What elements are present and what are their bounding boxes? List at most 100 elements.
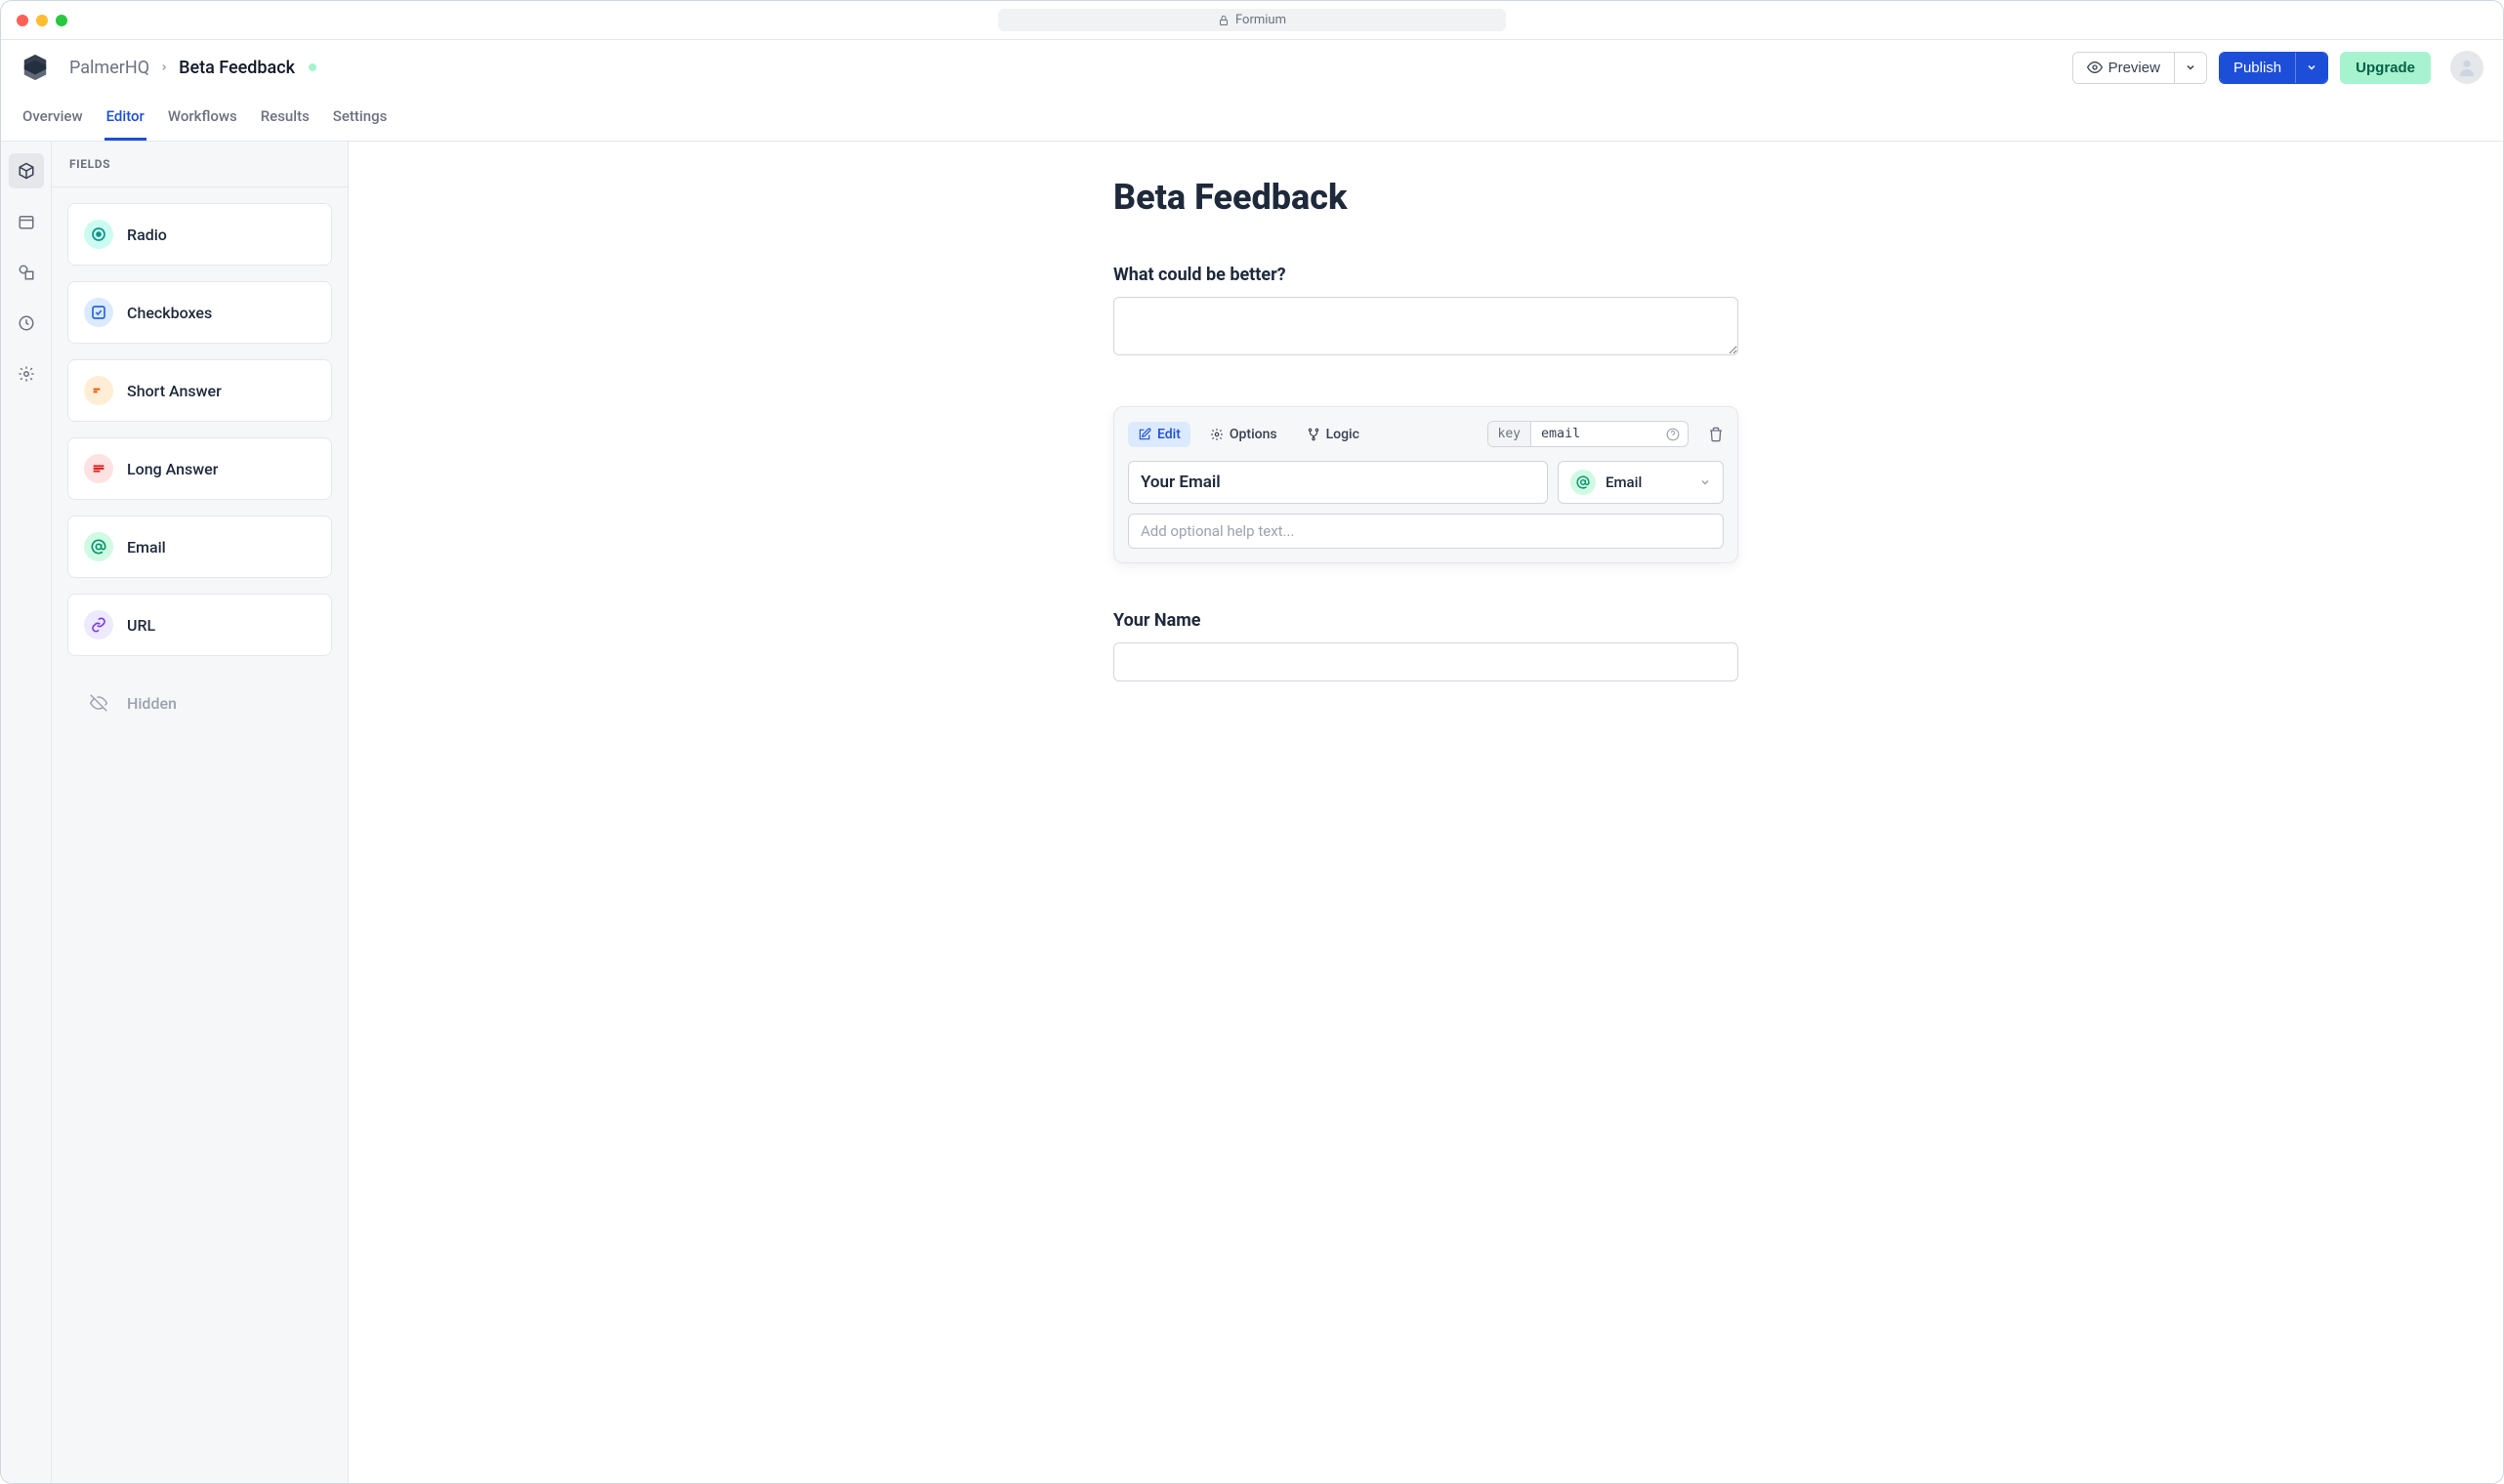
preview-button-group: Preview [2072, 52, 2207, 84]
tab-overview[interactable]: Overview [21, 95, 85, 141]
trash-icon [1708, 427, 1724, 442]
preview-button[interactable]: Preview [2073, 53, 2174, 83]
publish-button-group: Publish [2219, 52, 2328, 84]
rail-layout[interactable] [9, 204, 44, 239]
field-type-label: Long Answer [127, 460, 218, 478]
chevron-right-icon [159, 62, 169, 72]
field-type-long[interactable]: Long Answer [67, 437, 332, 500]
hidden-icon [84, 688, 113, 718]
tab-settings[interactable]: Settings [331, 95, 390, 141]
pencil-icon [1138, 428, 1151, 441]
at-icon [1576, 475, 1590, 489]
field-type-short[interactable]: Short Answer [67, 359, 332, 422]
field-type-label: Radio [127, 226, 167, 244]
sidebar-title: FIELDS [52, 142, 348, 187]
question-label: What could be better? [1113, 265, 1738, 285]
user-avatar[interactable] [2450, 51, 2483, 84]
lock-icon [1218, 15, 1230, 26]
help-icon [1666, 428, 1680, 441]
clock-icon [18, 314, 35, 332]
question-title-input[interactable] [1128, 461, 1548, 504]
checkbox-icon [84, 298, 113, 327]
email-icon [84, 532, 113, 561]
chevron-down-icon [2306, 62, 2317, 73]
shapes-icon [18, 264, 35, 281]
logic-label: Logic [1326, 427, 1359, 442]
upgrade-button[interactable]: Upgrade [2340, 52, 2431, 84]
fields-sidebar: FIELDS Radio Checkboxes Short Answer Long A… [52, 142, 349, 1483]
preview-dropdown[interactable] [2174, 53, 2206, 83]
edit-label: Edit [1157, 427, 1181, 442]
field-type-hidden[interactable]: Hidden [67, 672, 332, 734]
form-title[interactable]: Beta Feedback [1113, 177, 1738, 218]
field-type-label: URL [127, 616, 155, 635]
question-textarea[interactable] [1113, 297, 1738, 355]
field-type-label: Checkboxes [127, 304, 212, 322]
browser-address-bar[interactable]: Formium [998, 9, 1506, 31]
left-rail [1, 142, 52, 1483]
key-input[interactable] [1531, 422, 1658, 446]
question-type-select[interactable]: Email [1558, 461, 1724, 504]
logic-tab[interactable]: Logic [1297, 422, 1369, 447]
short-icon [84, 376, 113, 405]
options-tab[interactable]: Options [1200, 422, 1287, 447]
rail-blocks[interactable] [9, 255, 44, 290]
minimize-window-button[interactable] [36, 15, 48, 26]
page-domain: Formium [1235, 13, 1286, 27]
publish-label: Publish [2233, 60, 2281, 76]
publish-dropdown[interactable] [2295, 53, 2327, 83]
status-indicator [309, 63, 316, 71]
field-type-url[interactable]: URL [67, 594, 332, 656]
rail-settings[interactable] [9, 356, 44, 392]
publish-button[interactable]: Publish [2220, 53, 2295, 83]
help-text-input[interactable] [1128, 514, 1724, 549]
question-editor-card: Edit Options Logic key [1113, 406, 1738, 563]
gear-icon [18, 365, 35, 383]
field-type-email[interactable]: Email [67, 515, 332, 578]
key-field-group: key [1487, 421, 1689, 447]
type-select-label: Email [1606, 474, 1690, 491]
field-type-label: Email [127, 538, 166, 556]
breadcrumb-org[interactable]: PalmerHQ [69, 58, 149, 78]
field-type-checkbox[interactable]: Checkboxes [67, 281, 332, 344]
key-help-button[interactable] [1658, 428, 1688, 441]
branch-icon [1307, 428, 1320, 441]
field-type-radio[interactable]: Radio [67, 203, 332, 266]
traffic-lights [17, 15, 67, 26]
tab-workflows[interactable]: Workflows [166, 95, 239, 141]
tab-results[interactable]: Results [259, 95, 312, 141]
app-header: PalmerHQ Beta Feedback Preview Publish U [1, 40, 2503, 95]
preview-label: Preview [2108, 60, 2160, 76]
maximize-window-button[interactable] [56, 15, 67, 26]
question-block[interactable]: Your Name [1113, 610, 1738, 681]
key-prefix: key [1488, 422, 1531, 446]
long-icon [84, 454, 113, 483]
url-icon [84, 610, 113, 639]
card-toolbar: Edit Options Logic key [1128, 421, 1724, 447]
chevron-down-icon [1699, 476, 1711, 488]
cube-icon [18, 162, 35, 180]
email-icon-badge [1570, 470, 1596, 495]
upgrade-label: Upgrade [2356, 60, 2415, 76]
eye-icon [2087, 60, 2103, 75]
user-icon [2456, 57, 2478, 78]
titlebar: Formium [1, 1, 2503, 40]
gear-icon [1210, 428, 1224, 441]
delete-question-button[interactable] [1708, 427, 1724, 442]
breadcrumb-project[interactable]: Beta Feedback [179, 58, 295, 78]
question-label: Your Name [1113, 610, 1738, 631]
question-block[interactable]: What could be better? [1113, 265, 1738, 359]
chevron-down-icon [2185, 62, 2196, 73]
nav-tabs: Overview Editor Workflows Results Settin… [1, 95, 2503, 142]
rail-fields[interactable] [9, 153, 44, 188]
breadcrumb: PalmerHQ Beta Feedback [69, 58, 316, 78]
field-type-label: Hidden [127, 694, 177, 713]
rail-history[interactable] [9, 306, 44, 341]
tab-editor[interactable]: Editor [104, 95, 146, 141]
close-window-button[interactable] [17, 15, 28, 26]
question-text-input[interactable] [1113, 642, 1738, 681]
app-logo-icon [21, 53, 50, 82]
options-label: Options [1230, 427, 1277, 442]
edit-tab[interactable]: Edit [1128, 422, 1190, 447]
radio-icon [84, 220, 113, 249]
